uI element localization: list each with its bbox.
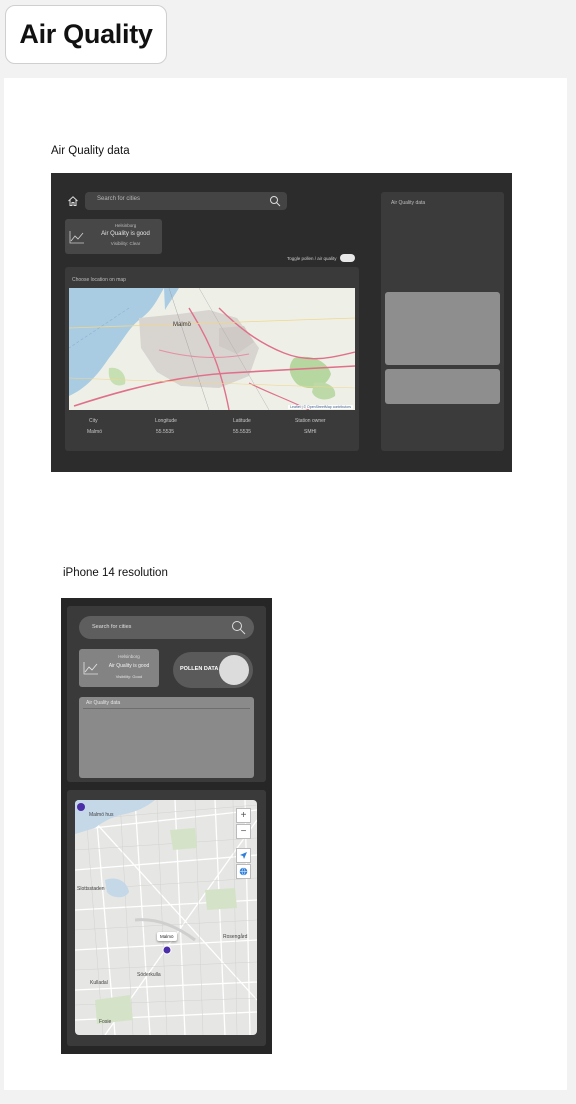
toggle-knob[interactable] bbox=[219, 655, 249, 685]
search-input[interactable]: Search for cities bbox=[79, 616, 254, 639]
location-arrow-icon bbox=[240, 852, 247, 859]
aq-sub: Visibility: Good bbox=[115, 674, 143, 679]
map-card-title: Choose location on map bbox=[72, 277, 126, 283]
aq-status: Air Quality is good bbox=[101, 231, 150, 237]
pollen-toggle[interactable] bbox=[340, 254, 355, 262]
mobile-top-panel: Search for cities Helsinborg Air Quality… bbox=[67, 606, 266, 782]
map-attribution: Leaflet | © OpenStreetMap contributors bbox=[288, 405, 353, 409]
map-view[interactable]: Malmö hus Slottsstaden Söderkulla Kullad… bbox=[75, 800, 257, 1035]
map-tiles bbox=[75, 800, 257, 1035]
col-header: Latitude bbox=[233, 418, 251, 424]
cell-station-owner: SMHI bbox=[304, 429, 317, 435]
mobile-frame: Search for cities Helsinborg Air Quality… bbox=[61, 598, 272, 1054]
map-place-label: Söderkulla bbox=[137, 972, 161, 978]
mobile-map-panel: Malmö hus Slottsstaden Söderkulla Kullad… bbox=[67, 790, 266, 1046]
search-input[interactable]: Search for cities bbox=[85, 192, 287, 210]
desktop-frame: Search for cities Helsinborg Air Quality… bbox=[51, 173, 512, 472]
search-placeholder: Search for cities bbox=[92, 624, 132, 630]
globe-button[interactable] bbox=[236, 864, 251, 879]
map-place-label: Malmö hus bbox=[89, 812, 114, 818]
map-card: Choose location on map Malmö Leaflet | ©… bbox=[65, 267, 359, 451]
aq-sub: Visibility: Clear bbox=[110, 241, 141, 246]
search-placeholder: Search for cities bbox=[97, 196, 141, 202]
zoom-out-button[interactable]: − bbox=[236, 824, 251, 839]
page-title: Air Quality bbox=[19, 19, 153, 49]
map-view[interactable]: Malmö Leaflet | © OpenStreetMap contribu… bbox=[69, 288, 355, 410]
map-place-label: Rosengård bbox=[223, 934, 248, 940]
col-header: City bbox=[89, 418, 98, 424]
col-header: Station owner bbox=[295, 418, 326, 424]
globe-icon bbox=[239, 867, 248, 876]
cell-longitude: 55.5535 bbox=[156, 429, 175, 435]
chart-line-icon bbox=[69, 231, 84, 244]
divider bbox=[83, 708, 250, 709]
desktop-frame-label: Air Quality data bbox=[51, 145, 130, 157]
search-icon[interactable] bbox=[231, 620, 246, 635]
toggle-label: Toggle pollen / air quality bbox=[287, 256, 337, 261]
map-place-label: Fosie bbox=[99, 1019, 112, 1025]
cell-city: Malmö bbox=[87, 429, 103, 435]
side-panel-title: Air Quality data bbox=[391, 200, 426, 206]
map-place-label: Slottsstaden bbox=[77, 886, 105, 892]
home-icon[interactable] bbox=[67, 195, 79, 207]
zoom-in-button[interactable]: + bbox=[236, 808, 251, 823]
aq-city: Helsinborg bbox=[114, 223, 137, 228]
data-box bbox=[385, 369, 500, 404]
locate-button[interactable] bbox=[236, 848, 251, 863]
aq-status: Air Quality is good bbox=[108, 663, 150, 669]
side-panel: Air Quality data bbox=[381, 192, 504, 451]
map-city-label: Malmö bbox=[173, 322, 192, 328]
col-header: Longitude bbox=[155, 418, 177, 424]
map-place-label: Kulladal bbox=[90, 980, 108, 986]
aq-city: Helsinborg bbox=[118, 654, 140, 659]
map-popup[interactable]: Malmö bbox=[157, 932, 177, 941]
map-tiles: Malmö bbox=[69, 288, 355, 410]
pollen-data-toggle[interactable]: POLLEN DATA bbox=[173, 652, 253, 688]
aq-panel-title: Air Quality data bbox=[86, 700, 121, 706]
cell-latitude: 55.5535 bbox=[233, 429, 252, 435]
air-quality-panel: Air Quality data bbox=[79, 697, 254, 778]
air-quality-card[interactable]: Helsinborg Air Quality is good Visibilit… bbox=[65, 219, 162, 254]
chart-line-icon bbox=[83, 662, 98, 675]
pollen-toggle-label: POLLEN DATA bbox=[180, 666, 219, 672]
page-title-pill: Air Quality bbox=[5, 5, 167, 64]
mobile-frame-label: iPhone 14 resolution bbox=[63, 567, 168, 579]
air-quality-card[interactable]: Helsinborg Air Quality is good Visibilit… bbox=[79, 649, 159, 687]
search-icon[interactable] bbox=[269, 195, 281, 207]
data-box bbox=[385, 292, 500, 365]
